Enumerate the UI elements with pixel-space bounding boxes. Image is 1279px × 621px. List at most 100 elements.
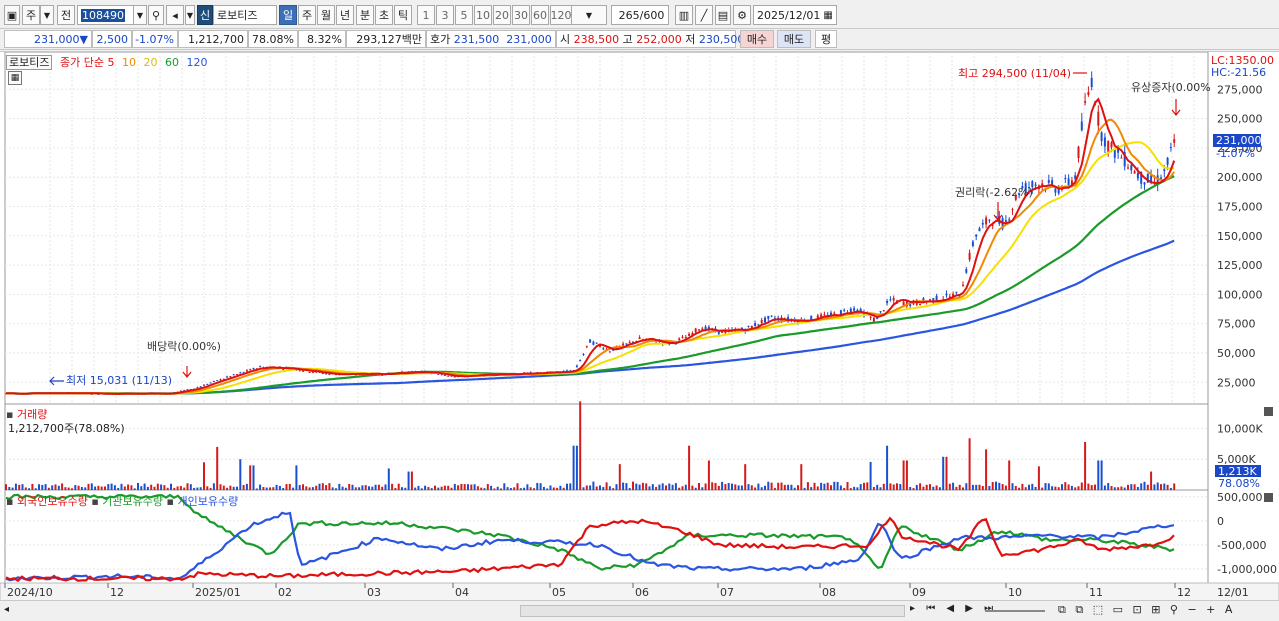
interval-button-10[interactable]: 10	[474, 5, 492, 25]
volume-bar	[704, 483, 707, 490]
interval-button-60[interactable]: 60	[531, 5, 549, 25]
volume-bar	[97, 485, 100, 490]
code-dropdown-icon[interactable]: ▼	[133, 5, 147, 25]
volume-bar	[1140, 483, 1143, 490]
candle-body	[929, 299, 931, 301]
stock-name-field[interactable]: 로보티즈	[213, 5, 277, 25]
volume-bar	[344, 487, 347, 490]
volume-bar	[638, 484, 641, 490]
volume-bar	[236, 486, 238, 490]
volume-bar	[57, 485, 60, 490]
x-axis-label: 06	[635, 586, 649, 599]
save-icon[interactable]: ▤	[715, 5, 731, 25]
period-button-3[interactable]: 월	[317, 5, 335, 25]
calendar-icon[interactable]: ▦	[823, 10, 832, 21]
volume-bar	[447, 485, 450, 490]
chart-area[interactable]: 275,000 250,000 225,000 200,000 175,000 150,0…	[0, 51, 1279, 601]
period-button-6[interactable]: 초	[375, 5, 393, 25]
bottom-scrollbar[interactable]: ◂ ▸ ⏮ ◀ ▶ ⏭ ⧉ ⧉ ⬚ ▭ ⊡ ⊞ ⚲ − + A	[0, 600, 1279, 621]
volume-bar	[826, 482, 829, 490]
dividend-annotation: 배당락(0.00%)	[147, 340, 221, 353]
candle-body	[206, 383, 209, 385]
drawing-tool-icon[interactable]: ╱	[695, 5, 713, 25]
volume-bar	[288, 483, 291, 490]
interval-button-30[interactable]: 30	[512, 5, 530, 25]
interval-button-1[interactable]: 1	[417, 5, 435, 25]
scroll-thumb[interactable]	[520, 605, 905, 617]
volume-bar	[962, 487, 964, 490]
ohlc-field: 시 238,500 고 252,000 저 230,500	[556, 30, 744, 48]
playback-controls[interactable]: ▸ ⏮ ◀ ▶ ⏭	[910, 603, 997, 614]
volume-bar	[747, 484, 750, 490]
volume-bar	[1008, 460, 1011, 490]
window-icon[interactable]: ▣	[4, 5, 20, 25]
price-tick-label: 25,000	[1217, 376, 1256, 389]
x-axis-label: 05	[552, 586, 566, 599]
gear-icon[interactable]: ⚙	[733, 5, 751, 25]
volume-bar	[872, 486, 875, 490]
speaker-dropdown-icon[interactable]: ▼	[185, 5, 195, 25]
institution-label: 기관보유수량	[102, 495, 164, 508]
volume-bar	[1136, 486, 1139, 490]
candle-body	[1090, 77, 1093, 88]
sell-button[interactable]: 매도	[777, 30, 811, 48]
interval-button-3[interactable]: 3	[436, 5, 454, 25]
volume-bar	[605, 482, 608, 490]
candle-body	[1100, 132, 1103, 142]
volume-bar	[163, 485, 166, 490]
zoom-slider[interactable]	[985, 610, 1045, 612]
volume-bar	[856, 487, 859, 490]
volume-bar	[820, 482, 823, 490]
price-chart-svg[interactable]: 275,000250,000225,000200,000175,000150,0…	[0, 52, 1279, 601]
speaker-icon[interactable]: ◂	[166, 5, 184, 25]
volume-bar	[542, 486, 545, 490]
price-tick-label: 100,000	[1217, 288, 1263, 301]
count-input[interactable]: 265/600	[611, 5, 669, 25]
period-button-1[interactable]: 일	[279, 5, 297, 25]
ma10-label: 10	[121, 56, 136, 69]
period-button-2[interactable]: 주	[298, 5, 316, 25]
volume-bar	[1166, 484, 1169, 490]
candle-type-icon[interactable]: ▥	[675, 5, 693, 25]
volume-bar	[925, 484, 928, 490]
search-icon[interactable]: ⚲	[148, 5, 164, 25]
prev-button[interactable]: 전	[57, 5, 75, 25]
chevron-down-icon[interactable]: ▼	[40, 5, 54, 25]
volume-bar	[843, 487, 846, 490]
volume-bar	[414, 487, 417, 490]
volume-bar	[717, 485, 720, 490]
date-input[interactable]: 2025/12/01 ▦	[753, 5, 837, 25]
period-button-7[interactable]: 틱	[394, 5, 412, 25]
period-button-4[interactable]: 년	[336, 5, 354, 25]
interval-button-5[interactable]: 5	[455, 5, 473, 25]
grid-table-icon[interactable]: ▦	[8, 71, 22, 85]
volume-bar	[731, 483, 733, 490]
eval-button[interactable]: 평	[815, 30, 837, 48]
candle-body	[698, 329, 700, 331]
volume-bar	[104, 486, 106, 490]
scroll-left-icon[interactable]: ◂	[4, 604, 9, 615]
interval-button-120[interactable]: 120	[550, 5, 572, 25]
volume-bar	[995, 481, 997, 490]
volume-bar	[513, 487, 516, 490]
volume-bar	[1123, 487, 1126, 490]
period-select[interactable]: 주	[22, 5, 40, 25]
volume-bar	[869, 461, 872, 490]
buy-button[interactable]: 매수	[740, 30, 774, 48]
period-button-5[interactable]: 분	[356, 5, 374, 25]
candle-body	[955, 291, 958, 293]
interval-button-20[interactable]: 20	[493, 5, 511, 25]
volume-bar	[882, 483, 885, 490]
candle-body	[628, 342, 631, 344]
volume-bar	[803, 487, 806, 490]
volume-bar	[292, 487, 295, 490]
legend-stock-name: 로보티즈	[6, 55, 53, 70]
volume-bar	[912, 488, 915, 490]
volume-bar	[783, 484, 786, 490]
volume-bar	[892, 484, 895, 490]
volume-bar	[509, 487, 512, 490]
interval-dropdown[interactable]: ▼	[571, 5, 607, 25]
current-price: 231,000▼	[4, 30, 92, 48]
volume-bar	[503, 483, 506, 490]
tool-icons[interactable]: ⧉ ⧉ ⬚ ▭ ⊡ ⊞ ⚲ − + A	[1058, 603, 1235, 617]
